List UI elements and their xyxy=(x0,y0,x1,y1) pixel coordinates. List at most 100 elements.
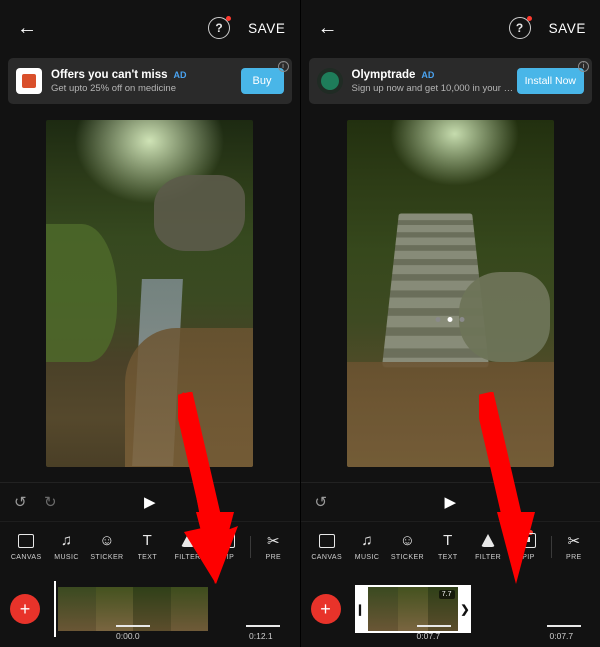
add-media-button[interactable]: + xyxy=(10,594,40,624)
olymptrade-logo-icon xyxy=(316,68,343,94)
top-bar-left: ← ? SAVE xyxy=(0,0,300,56)
tool-label: TEXT xyxy=(438,554,458,561)
scissors-icon: ✂ xyxy=(267,532,280,550)
tool-pre[interactable]: ✂ PRE xyxy=(554,532,594,562)
tool-label: MUSIC xyxy=(54,554,79,561)
ad-badge: AD xyxy=(173,69,187,80)
tool-text[interactable]: T TEXT xyxy=(428,532,468,561)
pip-square-icon xyxy=(520,532,536,549)
tool-label: PIP xyxy=(221,554,235,561)
page-indicator-dots xyxy=(435,317,465,323)
help-glyph: ? xyxy=(515,21,524,35)
time-rail-right: 0:07.7 0:07.7 xyxy=(301,625,600,647)
top-bar-actions-right: ? SAVE xyxy=(508,16,586,39)
tool-pip[interactable]: PIP xyxy=(208,530,248,561)
tool-label: CANVAS xyxy=(10,554,42,561)
tool-bar-right: CANVAS ♫ MUSIC ☺ STICKER T TEXT FILTER P… xyxy=(300,521,600,571)
tool-label: PRE xyxy=(566,554,582,561)
filter-drop-icon xyxy=(481,532,496,549)
ad-badge: AD xyxy=(421,69,435,80)
question-mark-icon[interactable]: ? xyxy=(208,16,232,39)
video-frame[interactable] xyxy=(346,119,554,467)
save-button[interactable]: SAVE xyxy=(549,21,586,36)
notification-dot xyxy=(526,16,532,21)
time-end: 0:12.1 xyxy=(249,631,273,641)
question-mark-icon[interactable]: ? xyxy=(508,16,532,39)
ad-subtitle: Sign up now and get 10,000 in your demo … xyxy=(351,82,517,94)
notification-dot xyxy=(226,16,232,21)
tool-label: MUSIC xyxy=(354,554,380,561)
tool-canvas[interactable]: CANVAS xyxy=(6,532,46,561)
tool-text[interactable]: T TEXT xyxy=(127,532,167,561)
playback-bar-right: ↺ ▶ xyxy=(300,482,600,521)
tool-bar-left: CANVAS ♫ MUSIC ☺ STICKER T TEXT FILTER P… xyxy=(0,521,300,571)
phone-screen-right: ← ? SAVE Olymptrade AD Sign up now and g… xyxy=(300,0,600,647)
smiley-icon: ☺ xyxy=(99,532,115,549)
filter-drop-icon xyxy=(180,532,195,549)
phone-screen-left: ← ? SAVE Offers you can't miss AD Get up… xyxy=(0,0,301,647)
canvas-icon xyxy=(18,532,35,549)
save-button[interactable]: SAVE xyxy=(248,21,285,36)
tool-label: STICKER xyxy=(390,554,424,561)
time-start: 0:00.0 xyxy=(116,631,140,641)
redo-icon[interactable]: ↻ xyxy=(44,493,57,511)
tool-label: FILTER xyxy=(475,554,502,561)
tool-sticker[interactable]: ☺ STICKER xyxy=(87,532,127,561)
video-frame[interactable] xyxy=(46,119,254,467)
tool-label: FILTER xyxy=(174,554,201,561)
tool-label: TEXT xyxy=(137,554,157,561)
ad-info-icon[interactable]: i xyxy=(578,61,589,72)
tool-label: CANVAS xyxy=(311,554,343,561)
tool-divider xyxy=(250,535,252,558)
screenshot-root: ← ? SAVE Offers you can't miss AD Get up… xyxy=(0,0,600,647)
tool-divider xyxy=(550,535,552,558)
video-preview-left[interactable] xyxy=(0,104,300,482)
tool-sticker[interactable]: ☺ STICKER xyxy=(387,532,427,561)
ad-cta-button[interactable]: Install Now xyxy=(516,68,584,94)
tool-filter[interactable]: FILTER xyxy=(468,532,508,561)
help-glyph: ? xyxy=(215,21,223,35)
text-t-icon: T xyxy=(142,532,152,549)
time-end: 0:07.7 xyxy=(549,631,574,641)
back-icon[interactable]: ← xyxy=(315,15,341,41)
video-preview-right[interactable] xyxy=(301,104,600,482)
ad-title: Olymptrade xyxy=(351,68,416,81)
tool-label: PRE xyxy=(265,554,282,561)
clip-duration-badge: 7.7 xyxy=(438,590,455,599)
timeline-left[interactable]: + 0:00.0 0:12.1 xyxy=(0,571,300,647)
ad-info-icon[interactable]: i xyxy=(277,61,289,72)
smiley-icon: ☺ xyxy=(399,532,416,549)
tool-pip[interactable]: PIP xyxy=(508,530,548,561)
time-rail-left: 0:00.0 0:12.1 xyxy=(0,625,300,647)
tool-pre[interactable]: ✂ PRE xyxy=(253,532,293,562)
back-icon[interactable]: ← xyxy=(14,15,40,41)
ad-subtitle: Get upto 25% off on medicine xyxy=(51,82,176,94)
top-bar-right: ← ? SAVE xyxy=(301,0,600,56)
play-icon[interactable]: ▶ xyxy=(144,493,156,511)
play-icon[interactable]: ▶ xyxy=(444,493,456,511)
ad-text-left: Offers you can't miss AD Get upto 25% of… xyxy=(51,69,241,94)
ad-text-right: Olymptrade AD Sign up now and get 10,000… xyxy=(352,69,517,94)
ad-banner-right[interactable]: Olymptrade AD Sign up now and get 10,000… xyxy=(308,58,592,104)
ad-cta-button[interactable]: Buy xyxy=(240,68,284,94)
music-note-icon: ♫ xyxy=(60,532,73,549)
ad-banner-left[interactable]: Offers you can't miss AD Get upto 25% of… xyxy=(8,58,292,104)
top-bar-actions-left: ? SAVE xyxy=(208,16,285,39)
undo-icon[interactable]: ↺ xyxy=(315,493,328,511)
text-t-icon: T xyxy=(443,532,453,549)
canvas-icon xyxy=(318,532,335,549)
tool-canvas[interactable]: CANVAS xyxy=(307,532,347,561)
tool-filter[interactable]: FILTER xyxy=(167,532,207,561)
tool-label: STICKER xyxy=(90,554,124,561)
add-media-button[interactable]: + xyxy=(310,594,341,624)
medicine-box-icon xyxy=(16,68,42,94)
tool-label: PIP xyxy=(522,554,535,561)
ad-title: Offers you can't miss xyxy=(51,68,168,81)
undo-icon[interactable]: ↺ xyxy=(14,493,27,511)
tool-music[interactable]: ♫ MUSIC xyxy=(46,532,86,561)
tool-music[interactable]: ♫ MUSIC xyxy=(347,532,387,561)
timeline-right[interactable]: + ❙ 7.7 ❯ 0:07.7 0:07.7 xyxy=(301,571,600,647)
scissors-icon: ✂ xyxy=(567,532,581,550)
time-start: 0:07.7 xyxy=(416,631,441,641)
pip-square-icon xyxy=(220,532,236,549)
